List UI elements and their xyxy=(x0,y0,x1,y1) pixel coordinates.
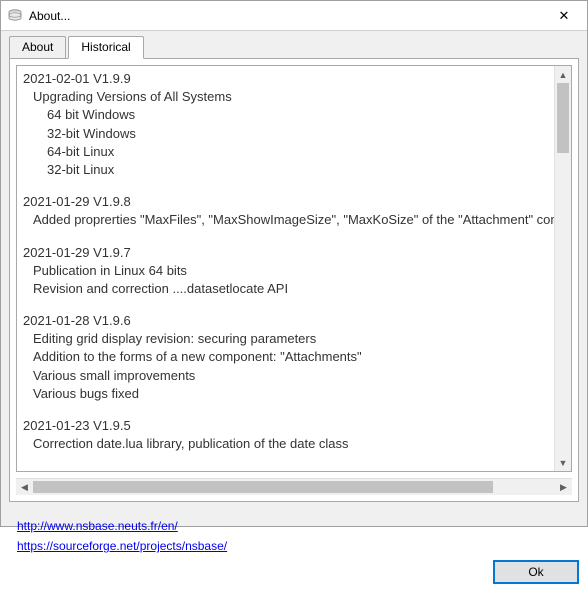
scroll-vtrack[interactable] xyxy=(555,83,571,454)
tab-about[interactable]: About xyxy=(9,36,66,59)
app-icon xyxy=(7,8,23,24)
entry-line: Various bugs fixed xyxy=(23,385,548,403)
tab-strip: About Historical xyxy=(9,36,579,59)
entry-line: Revision and correction ....datasetlocat… xyxy=(23,280,548,298)
entry-header: 2021-01-29 V1.9.7 xyxy=(23,244,548,262)
entry-line: Addition to the forms of a new component… xyxy=(23,348,548,366)
dialog-footer: http://www.nsbase.neuts.fr/en/ https://s… xyxy=(1,510,587,592)
horizontal-scrollbar[interactable]: ◀ ▶ xyxy=(16,478,572,495)
scroll-htrack[interactable] xyxy=(33,479,555,495)
window-title: About... xyxy=(29,9,541,23)
entry-line: Publication in Linux 64 bits xyxy=(23,262,548,280)
vertical-scrollbar[interactable]: ▲ ▼ xyxy=(554,66,571,471)
button-row: Ok xyxy=(9,560,579,584)
entry-line: Various small improvements xyxy=(23,367,548,385)
entry-header: 2021-01-23 V1.9.5 xyxy=(23,417,548,435)
website-link[interactable]: http://www.nsbase.neuts.fr/en/ xyxy=(17,519,178,533)
titlebar: About... ✕ xyxy=(1,1,587,31)
scroll-hthumb[interactable] xyxy=(33,481,493,493)
history-entry: 2021-01-28 V1.9.6Editing grid display re… xyxy=(23,312,548,403)
entry-line: Upgrading Versions of All Systems xyxy=(23,88,548,106)
entry-line: Added proprerties "MaxFiles", "MaxShowIm… xyxy=(23,211,548,229)
entry-header: 2021-01-29 V1.9.8 xyxy=(23,193,548,211)
entry-header: 2021-02-01 V1.9.9 xyxy=(23,70,548,88)
history-textbox: 2021-02-01 V1.9.9Upgrading Versions of A… xyxy=(16,65,572,472)
tab-panel-historical: 2021-02-01 V1.9.9Upgrading Versions of A… xyxy=(9,58,579,502)
history-content[interactable]: 2021-02-01 V1.9.9Upgrading Versions of A… xyxy=(17,66,554,471)
scroll-up-button[interactable]: ▲ xyxy=(555,66,571,83)
entry-header: 2021-01-28 V1.9.6 xyxy=(23,312,548,330)
client-area: About Historical 2021-02-01 V1.9.9Upgrad… xyxy=(1,31,587,510)
about-dialog: About... ✕ About Historical 2021-02-01 V… xyxy=(0,0,588,527)
entry-line: Editing grid display revision: securing … xyxy=(23,330,548,348)
entry-line: Correction date.lua library, publication… xyxy=(23,435,548,453)
ok-button[interactable]: Ok xyxy=(493,560,579,584)
scroll-right-button[interactable]: ▶ xyxy=(555,479,572,495)
sourceforge-link[interactable]: https://sourceforge.net/projects/nsbase/ xyxy=(17,539,227,553)
entry-line: 64-bit Linux xyxy=(23,143,548,161)
scroll-vthumb[interactable] xyxy=(557,83,569,153)
history-entry: 2021-01-23 V1.9.5Correction date.lua lib… xyxy=(23,417,548,453)
close-button[interactable]: ✕ xyxy=(541,1,587,31)
scroll-down-button[interactable]: ▼ xyxy=(555,454,571,471)
close-icon: ✕ xyxy=(559,9,570,22)
history-entry: 2021-01-29 V1.9.7Publication in Linux 64… xyxy=(23,244,548,299)
scroll-left-button[interactable]: ◀ xyxy=(16,479,33,495)
history-entry: 2021-02-01 V1.9.9Upgrading Versions of A… xyxy=(23,70,548,179)
entry-line: 64 bit Windows xyxy=(23,106,548,124)
entry-line: 32-bit Linux xyxy=(23,161,548,179)
tab-historical[interactable]: Historical xyxy=(68,36,143,59)
history-entry: 2021-01-29 V1.9.8Added proprerties "MaxF… xyxy=(23,193,548,229)
entry-line: 32-bit Windows xyxy=(23,125,548,143)
